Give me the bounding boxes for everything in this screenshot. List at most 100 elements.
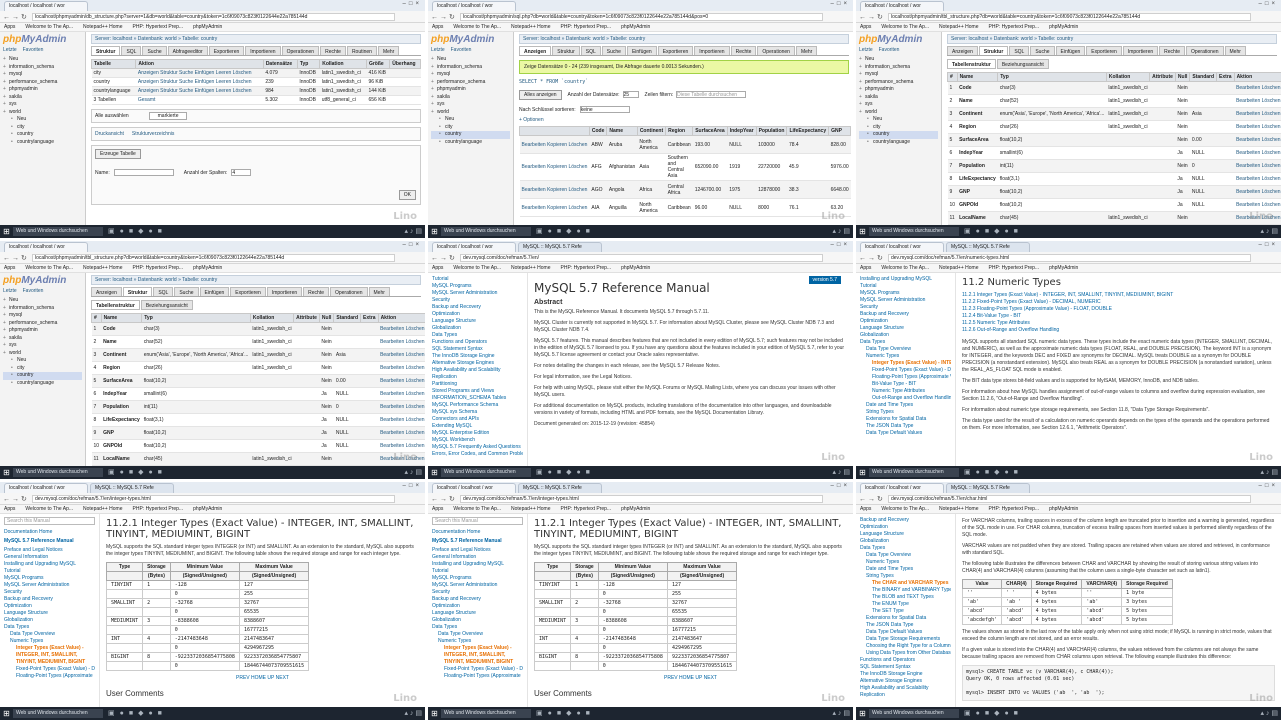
pma-tab-einfügen[interactable]: Einfügen [626,46,657,55]
toc-item[interactable]: Language Structure [860,325,951,332]
pma-tab-suche[interactable]: Suche [174,287,199,296]
url-input[interactable]: localhost/phpmyadmin/sql.php?db=world&ta… [460,13,823,21]
db-tree-item[interactable]: mysql [431,71,510,79]
check-all-link[interactable]: Alle auswählen [95,113,129,119]
toc-item[interactable]: General Information [432,554,523,561]
table-row[interactable]: 7 Population int(11) Nein 0 Bearbeiten Lösche… [947,159,1281,173]
column-header[interactable]: Region [665,126,694,136]
data-dictionary-link[interactable]: Strukturverzeichnis [132,131,175,137]
db-tree-item[interactable]: performance_schema [431,79,510,87]
breadcrumb[interactable]: Server: localhost » Datenbank: world » T… [947,34,1277,44]
toc-item[interactable]: Bit-Value Type - BIT [860,381,951,388]
toc-item[interactable]: Choosing the Right Type for a Column [860,643,951,650]
subtab[interactable]: Beziehungsansicht [140,300,193,310]
toc-item[interactable]: MySQL Programs [860,290,951,297]
toc-item[interactable]: Data Type Overview [432,631,523,638]
print-view-link[interactable]: Druckansicht [95,131,124,137]
db-tree-item[interactable]: information_schema [431,64,510,72]
toc-item[interactable]: Alternative Storage Engines [860,678,951,685]
pma-tab-struktur[interactable]: Struktur [91,46,121,55]
url-input[interactable]: localhost/phpmyadmin/tbl_structure.php?d… [32,254,395,262]
pma-tab-suche[interactable]: Suche [1030,46,1055,55]
taskbar-app-icons[interactable]: ▣●■◆●■ [536,227,595,236]
toc-item[interactable]: Alternative Storage Engines [432,360,523,367]
window-controls[interactable]: –□× [1259,1,1278,7]
toc-item[interactable]: MySQL sys Schema [432,409,523,416]
toc-item[interactable]: Tutorial [4,568,95,575]
toc-item[interactable]: Numeric Types [860,353,951,360]
column-header[interactable]: Continent [636,126,667,136]
bookmark-item[interactable]: Welcome to The Ap... [881,265,929,271]
db-tree-item[interactable]: phpmyadmin [859,86,938,94]
system-tray-icons[interactable]: ▴ ♪ ▤ [404,709,422,718]
toc-item[interactable]: Integer Types (Exact Value) - INTEGER, I… [4,645,95,666]
table-tree-item[interactable]: city [431,124,510,132]
db-tree-item[interactable]: mysql [3,71,82,79]
toc-item[interactable]: Data Type Overview [4,631,95,638]
back-forward-reload-icons[interactable]: ←→↻ [859,254,885,262]
toc-item[interactable]: The BINARY and VARBINARY Types [860,587,951,594]
toc-item[interactable]: String Types [860,409,951,416]
pma-tab-rechte[interactable]: Rechte [320,46,346,55]
table-row[interactable]: 6 IndepYear smallint(6) Ja NULL Bearbeiten Lö… [91,387,425,401]
table-row[interactable]: Bearbeiten Kopieren Löschen AIA Anguilla No… [519,198,851,217]
toc-item[interactable]: Numeric Types [4,638,95,645]
pma-tab-anzeigen[interactable]: Anzeigen [947,46,978,55]
bookmark-item[interactable]: Apps [432,265,443,271]
toc-item[interactable]: Language Structure [432,610,523,617]
pma-tab-sql[interactable]: SQL [121,46,142,55]
table-tree-item[interactable]: countrylanguage [859,139,938,147]
db-tree-item[interactable]: mysql [3,312,82,320]
table-row[interactable]: 8 LifeExpectancy float(3,1) Ja NULL Bearbeite… [91,413,425,427]
row-actions[interactable]: Bearbeiten Löschen Primärschlüssel [378,400,425,414]
table-row[interactable]: Bearbeiten Kopieren Löschen AGO Angola Afri… [519,180,851,199]
table-row[interactable]: 7 Population int(11) Nein 0 Bearbeiten Lösche… [91,400,425,414]
db-tree-item[interactable]: world [859,109,938,117]
toc-item[interactable]: Tutorial [432,276,523,283]
bookmark-item[interactable]: PHP: Hypertext Prep... [133,265,184,271]
pma-nav-link[interactable]: Favoriten [879,47,900,53]
toc-item[interactable]: Data Types [860,545,951,552]
toc-item[interactable]: MySQL Programs [432,575,523,582]
toc-item[interactable]: MySQL Performance Schema [432,402,523,409]
toc-item[interactable]: Replication [432,374,523,381]
bookmark-item[interactable]: Welcome to The Ap... [25,506,73,512]
windows-start-icon[interactable]: ⊞ [858,709,867,718]
table-row[interactable]: 8 LifeExpectancy float(3,1) Ja NULL Bearbeite… [947,172,1281,186]
table-row[interactable]: 5 SurfaceArea float(10,2) Nein 0.00 Bearbeite… [947,133,1281,147]
table-tree-item[interactable]: country [3,372,82,380]
row-actions[interactable]: Bearbeiten Löschen Primärschlüssel [378,348,425,362]
taskbar-app-icons[interactable]: ▣●■◆●■ [108,227,167,236]
subtab[interactable]: Tabellenstruktur [947,59,996,69]
pma-tab-anzeigen[interactable]: Anzeigen [519,46,552,55]
pma-tab-operationen[interactable]: Operationen [281,46,320,55]
phpmyadmin-logo[interactable]: phpMyAdmin [3,275,82,286]
pma-tab-routinen[interactable]: Routinen [346,46,377,55]
window-controls[interactable]: –□× [1259,242,1278,248]
pma-nav-link[interactable]: Letzte [859,47,873,53]
back-forward-reload-icons[interactable]: ←→↻ [3,495,29,503]
pma-tab-einfügen[interactable]: Einfügen [199,287,230,296]
row-actions[interactable]: Bearbeiten Löschen Primärschlüssel [378,387,425,401]
row-actions[interactable]: Bearbeiten Kopieren Löschen [519,135,590,154]
row-actions[interactable]: Bearbeiten Löschen Primärschlüssel [378,413,425,427]
pma-tab-rechte[interactable]: Rechte [730,46,757,55]
browser-tab[interactable]: localhost / localhost / wor [860,483,944,493]
row-actions[interactable]: Bearbeiten Löschen Primärschlüssel [378,335,425,349]
toc-item[interactable]: Floating-Point Types (Approximate [4,673,95,680]
taskbar-app-icons[interactable]: ▣●■◆●■ [964,468,1023,477]
toc-item[interactable]: Optimization [432,603,523,610]
toc-item[interactable]: Data Types [432,624,523,631]
toc-item[interactable]: Optimization [860,524,951,531]
bookmark-item[interactable]: phpMyAdmin [193,506,222,512]
taskbar-search[interactable]: Web und Windows durchsuchen [13,227,103,236]
toc-item[interactable]: The JSON Data Type [860,622,951,629]
toc-item[interactable]: High Availability and Scalability [432,367,523,374]
toc-item[interactable]: MySQL Enterprise Edition [432,430,523,437]
toc-item[interactable]: Connectors and APIs [432,416,523,423]
row-actions[interactable]: Bearbeiten Löschen Primärschlüssel [1234,120,1281,134]
toc-item[interactable]: Installing and Upgrading MySQL [432,561,523,568]
toc-item[interactable]: Extensions for Spatial Data [860,615,951,622]
pma-tab-exportieren[interactable]: Exportieren [230,287,266,296]
toc-item[interactable]: Date and Time Types [860,566,951,573]
